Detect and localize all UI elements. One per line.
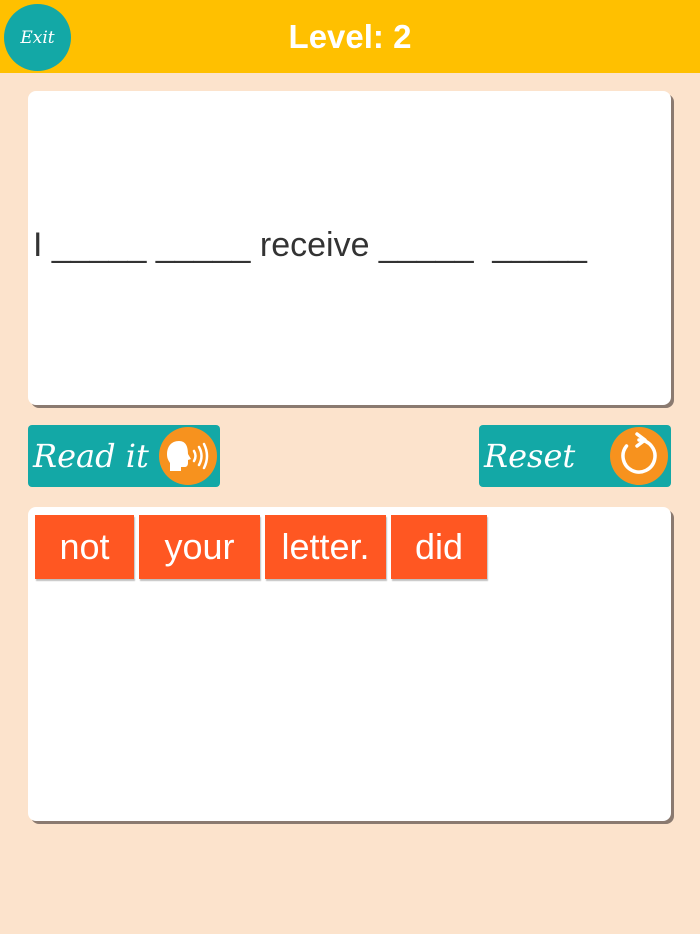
- reset-arrow-icon: [610, 427, 668, 485]
- exit-label: Exit: [20, 27, 55, 48]
- read-it-label: Read it: [33, 437, 149, 475]
- header-bar: Exit Level: 2: [0, 0, 700, 73]
- word-bank-panel: not your letter. did: [28, 507, 671, 821]
- reset-button[interactable]: Reset: [479, 425, 671, 487]
- sentence-panel: I _____ _____ receive _____ _____: [28, 91, 671, 405]
- sentence-text: I _____ _____ receive _____ _____: [33, 226, 587, 264]
- word-tile-your[interactable]: your: [139, 515, 260, 579]
- read-it-button[interactable]: Read it: [28, 425, 220, 487]
- level-title: Level: 2: [288, 18, 412, 55]
- speaking-head-icon: [159, 427, 217, 485]
- reset-label: Reset: [484, 437, 576, 475]
- word-tile-not[interactable]: not: [35, 515, 134, 579]
- word-tile-letter[interactable]: letter.: [265, 515, 386, 579]
- exit-button[interactable]: Exit: [4, 4, 71, 71]
- word-tile-did[interactable]: did: [391, 515, 487, 579]
